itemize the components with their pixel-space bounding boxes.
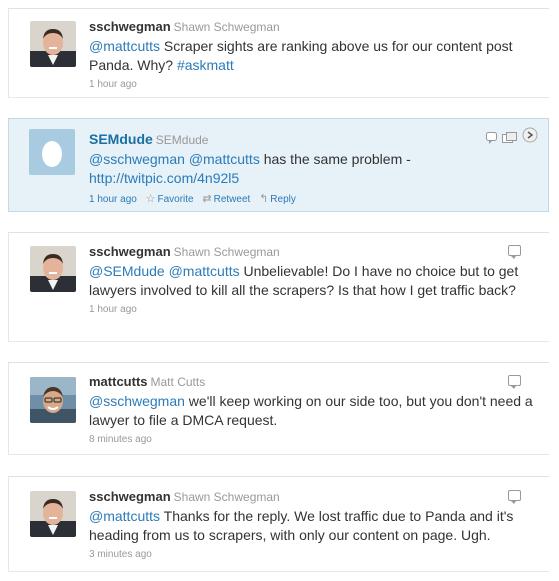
retweet-action[interactable]: ⇄ Retweet (202, 193, 251, 205)
tweet-link[interactable]: @mattcutts (169, 263, 240, 279)
tweet-text-segment: has the same problem - (259, 151, 411, 167)
screen-name[interactable]: sschwegman (89, 19, 171, 34)
tweet-body: sschwegman Shawn Schwegman @mattcutts Scr… (89, 19, 539, 90)
tweet-link[interactable]: @sschwegman (89, 393, 185, 409)
favorite-label: Favorite (157, 194, 194, 205)
tweet-body: sschwegman Shawn Schwegman @SEMdude @matt… (89, 244, 539, 315)
tweet: mattcutts Matt Cutts @sschwegman we'll ke… (8, 362, 549, 455)
tweet-link[interactable]: #askmatt (177, 57, 234, 73)
screen-name[interactable]: SEMdude (89, 131, 153, 147)
favorite-star-icon: ☆ (145, 193, 156, 205)
screen-name[interactable]: mattcutts (89, 374, 148, 389)
tweet-text: @sschwegman we'll keep working on our si… (89, 392, 539, 430)
tweet-body: mattcutts Matt Cutts @sschwegman we'll ke… (89, 374, 539, 445)
timestamp[interactable]: 1 hour ago (89, 304, 137, 315)
tweet-link[interactable]: http://twitpic.com/4n92l5 (89, 170, 239, 186)
full-name: Shawn Schwegman (173, 245, 280, 259)
favorite-action[interactable]: ☆ Favorite (145, 193, 194, 205)
reply-arrow-icon: ↰ (259, 193, 269, 205)
tweet-text: @sschwegman @mattcutts has the same prob… (89, 150, 538, 188)
full-name: SEMdude (155, 133, 209, 147)
tweet-text: @SEMdude @mattcutts Unbelievable! Do I h… (89, 262, 539, 300)
tweet-text: @mattcutts Scraper sights are ranking ab… (89, 37, 539, 75)
retweet-label: Retweet (213, 194, 251, 205)
tweet-link[interactable]: @mattcutts (89, 508, 160, 524)
timestamp[interactable]: 1 hour ago (89, 79, 137, 90)
timestamp[interactable]: 3 minutes ago (89, 549, 152, 560)
tweet: sschwegman Shawn Schwegman @SEMdude @matt… (8, 232, 549, 342)
timestamp[interactable]: 8 minutes ago (89, 434, 152, 445)
avatar[interactable] (29, 129, 75, 175)
tweet-link[interactable]: @sschwegman (89, 151, 185, 167)
timestamp[interactable]: 1 hour ago (89, 194, 137, 205)
full-name: Shawn Schwegman (173, 490, 280, 504)
tweet-body: sschwegman Shawn Schwegman @mattcutts Tha… (89, 489, 539, 560)
avatar[interactable] (30, 377, 76, 423)
reply-label: Reply (270, 194, 296, 205)
avatar[interactable] (30, 246, 76, 292)
retweet-icon: ⇄ (202, 193, 212, 205)
tweet: sschwegman Shawn Schwegman @mattcutts Tha… (8, 476, 549, 572)
tweet-text: @mattcutts Thanks for the reply. We lost… (89, 507, 539, 545)
screen-name[interactable]: sschwegman (89, 489, 171, 504)
tweet: sschwegman Shawn Schwegman @mattcutts Scr… (8, 8, 549, 98)
screen-name[interactable]: sschwegman (89, 244, 171, 259)
tweet: SEMdude SEMdude @sschwegman @mattcutts ha… (8, 118, 549, 212)
egg-avatar-icon (29, 129, 75, 175)
avatar[interactable] (30, 491, 76, 537)
avatar[interactable] (30, 21, 76, 67)
tweet-body: SEMdude SEMdude @sschwegman @mattcutts ha… (89, 131, 538, 205)
tweet-link[interactable]: @SEMdude (89, 263, 165, 279)
full-name: Matt Cutts (150, 375, 206, 389)
tweet-link[interactable]: @mattcutts (89, 38, 160, 54)
tweet-link[interactable]: @mattcutts (189, 151, 260, 167)
full-name: Shawn Schwegman (173, 20, 280, 34)
reply-action[interactable]: ↰ Reply (259, 193, 296, 205)
